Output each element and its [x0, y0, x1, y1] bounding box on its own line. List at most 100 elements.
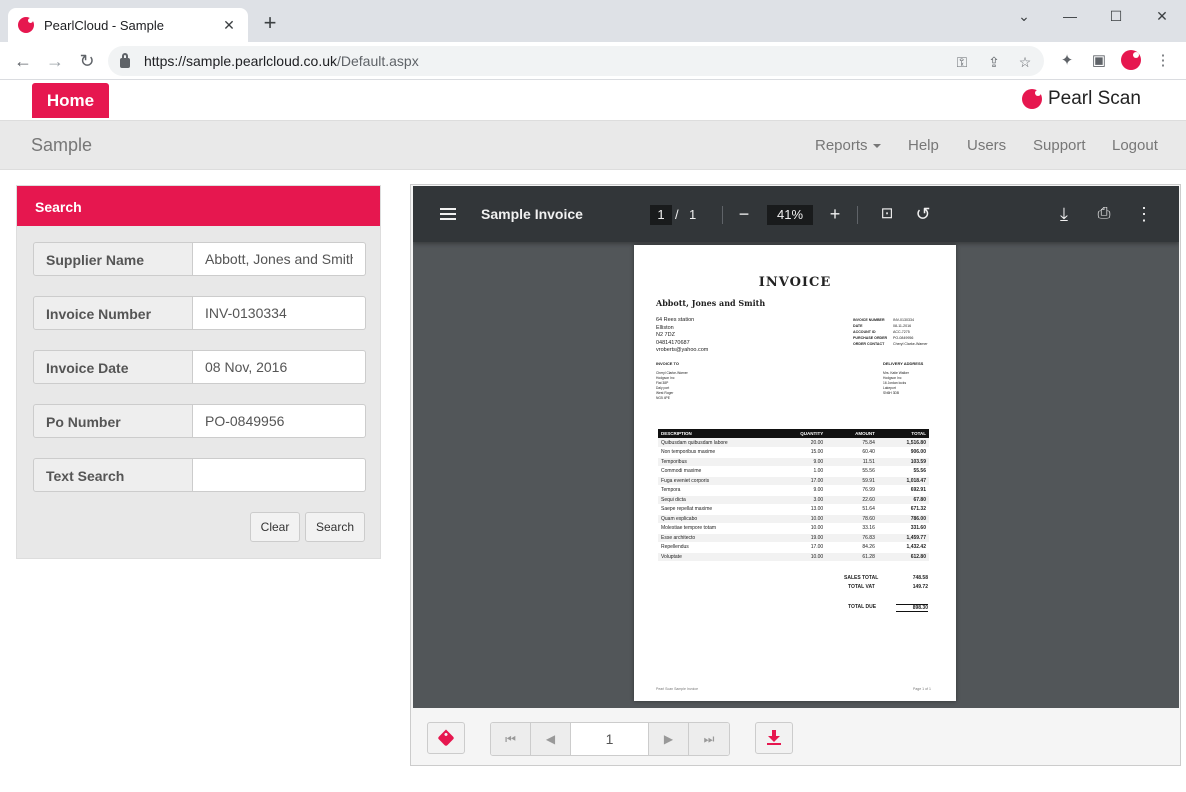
pdf-viewer: Sample Invoice 1 / 1 − 41% + ⊡ ↺ ⤓ ⎙ ⋮ I…	[413, 186, 1179, 708]
browser-menu-icon[interactable]: ⋮	[1153, 51, 1173, 71]
nav-reports-label: Reports	[815, 137, 868, 154]
brand-logo: Pearl Scan	[1022, 88, 1141, 110]
home-tab[interactable]: Home	[32, 83, 109, 118]
site-title[interactable]: Sample	[31, 135, 92, 156]
invoice-number-field: Invoice Number	[33, 296, 366, 330]
tab-search-chevron-icon[interactable]: ⌄	[1006, 4, 1042, 28]
address-line: 64 Rees station	[656, 317, 695, 323]
table-cell: 3.00	[768, 495, 827, 505]
last-page-icon[interactable]: ⏭	[689, 723, 729, 755]
star-icon[interactable]: ☆	[1016, 53, 1034, 71]
pager-page-number[interactable]: 1	[571, 723, 649, 755]
table-row: Non temporibus maxime 15.00 60.40 906.00	[658, 447, 929, 458]
reload-icon[interactable]: ↻	[74, 48, 100, 74]
supplier-name-input[interactable]	[193, 242, 366, 276]
forward-icon[interactable]: →	[42, 48, 68, 74]
search-button[interactable]: Search	[305, 512, 365, 542]
table-cell: Non temporibus maxime	[658, 447, 768, 458]
sidepanel-icon[interactable]: ▣	[1089, 51, 1109, 71]
table-cell: 19.00	[768, 533, 827, 543]
next-page-icon[interactable]: ▶	[649, 723, 689, 755]
po-number-input[interactable]	[193, 404, 366, 438]
table-cell: Voluptate	[658, 552, 768, 562]
url-field[interactable]: https://sample.pearlcloud.co.uk/Default.…	[108, 46, 1044, 76]
puzzle-icon[interactable]: ✦	[1057, 51, 1077, 71]
brand-name: Pearl Scan	[1048, 88, 1141, 109]
profile-avatar-icon[interactable]	[1121, 50, 1141, 70]
table-cell: 75.84	[826, 438, 878, 448]
page-number-input[interactable]: 1	[650, 205, 672, 225]
tag-icon	[437, 729, 455, 747]
meta-key: ORDER CONTACT	[853, 342, 885, 346]
invoice-to-address: Cheryl Clarke-Warner Hodgson Inc Flat 38…	[656, 371, 688, 401]
key-icon[interactable]: ⚿	[953, 53, 971, 71]
table-cell: Saepe repellat maxime	[658, 504, 768, 515]
zoom-level-input[interactable]: 41%	[767, 205, 813, 225]
address-line: Elliston	[656, 324, 674, 331]
table-row: Esse architecto 19.00 76.83 1,459.77	[658, 533, 929, 543]
invoice-date-input[interactable]	[193, 350, 366, 384]
download-icon[interactable]: ⤓	[1052, 202, 1076, 226]
table-cell: 10.00	[768, 552, 827, 562]
table-cell: Quibusdam quibusdam labore	[658, 438, 768, 448]
invoice-number-input[interactable]	[193, 296, 366, 330]
text-search-input[interactable]	[193, 458, 366, 492]
supplier-name-field: Supplier Name	[33, 242, 366, 276]
column-header: TOTAL	[877, 429, 929, 438]
clear-button[interactable]: Clear	[250, 512, 300, 542]
browser-tab[interactable]: PearlCloud - Sample ✕	[8, 8, 248, 42]
url-host: https://sample.pearlcloud.co.uk	[144, 53, 337, 69]
table-cell: 1,432.42	[877, 542, 929, 553]
pearlcloud-favicon-icon	[18, 17, 34, 33]
new-tab-plus-icon[interactable]: +	[258, 12, 282, 36]
page-footer-left: Pearl Scan Sample Invoice	[656, 687, 699, 691]
hamburger-icon[interactable]	[440, 208, 456, 220]
table-cell: 10.00	[768, 514, 827, 524]
more-vert-icon[interactable]: ⋮	[1132, 202, 1156, 226]
share-icon[interactable]: ⇪	[985, 53, 1003, 71]
close-tab-icon[interactable]: ✕	[220, 17, 238, 34]
search-panel: Search Supplier Name Invoice Number Invo…	[16, 185, 381, 559]
invoice-number-label: Invoice Number	[33, 296, 193, 330]
table-row: Quam explicabo 10.00 78.60 786.00	[658, 514, 929, 524]
print-icon[interactable]: ⎙	[1092, 202, 1116, 226]
invoice-date-label: Invoice Date	[33, 350, 193, 384]
address-line: NG5 4PE	[656, 396, 670, 400]
back-icon[interactable]: ←	[10, 48, 36, 74]
invoice-date-field: Invoice Date	[33, 350, 366, 384]
pdf-toolbar: Sample Invoice 1 / 1 − 41% + ⊡ ↺ ⤓ ⎙ ⋮	[413, 186, 1179, 242]
nav-users[interactable]: Users	[967, 137, 1006, 154]
caret-down-icon	[872, 144, 881, 149]
prev-page-icon[interactable]: ◀	[531, 723, 571, 755]
fit-page-icon[interactable]: ⊡	[875, 202, 899, 226]
table-cell: 612.80	[877, 552, 929, 562]
nav-logout[interactable]: Logout	[1112, 137, 1158, 154]
table-cell: 84.26	[826, 542, 878, 553]
nav-support[interactable]: Support	[1033, 137, 1086, 154]
window-close-icon[interactable]: ✕	[1144, 4, 1180, 28]
zoom-out-icon[interactable]: −	[732, 202, 756, 226]
tag-button[interactable]	[427, 722, 465, 754]
invoice-to-label: INVOICE TO	[656, 361, 680, 366]
nav-help[interactable]: Help	[908, 137, 939, 154]
total-due-row: TOTAL DUE 898.30	[814, 604, 928, 612]
toolbar-divider	[722, 206, 723, 224]
zoom-in-icon[interactable]: +	[823, 202, 847, 226]
maximize-icon[interactable]: ☐	[1098, 4, 1134, 28]
table-row: Fuga eveniet corporis 17.00 59.91 1,018.47	[658, 476, 929, 486]
table-cell: 76.83	[826, 533, 878, 543]
nav-reports[interactable]: Reports	[815, 137, 881, 154]
table-row: Tempora 9.00 76.99 692.91	[658, 485, 929, 496]
meta-value: PO-0849956	[893, 336, 914, 340]
column-header: QUANTITY	[768, 429, 827, 438]
first-page-icon[interactable]: ⏮	[491, 723, 531, 755]
rotate-icon[interactable]: ↺	[911, 202, 935, 226]
table-row: Molestiae tempore totam 10.00 33.16 331.60	[658, 523, 929, 534]
table-cell: 9.00	[768, 485, 827, 496]
table-cell: 1,516.80	[877, 438, 929, 448]
table-cell: 61.28	[826, 552, 878, 562]
page-footer-right: Page 1 of 1	[913, 687, 931, 691]
download-document-button[interactable]	[755, 722, 793, 754]
table-cell: 671.32	[877, 504, 929, 515]
minimize-icon[interactable]: —	[1052, 4, 1088, 28]
